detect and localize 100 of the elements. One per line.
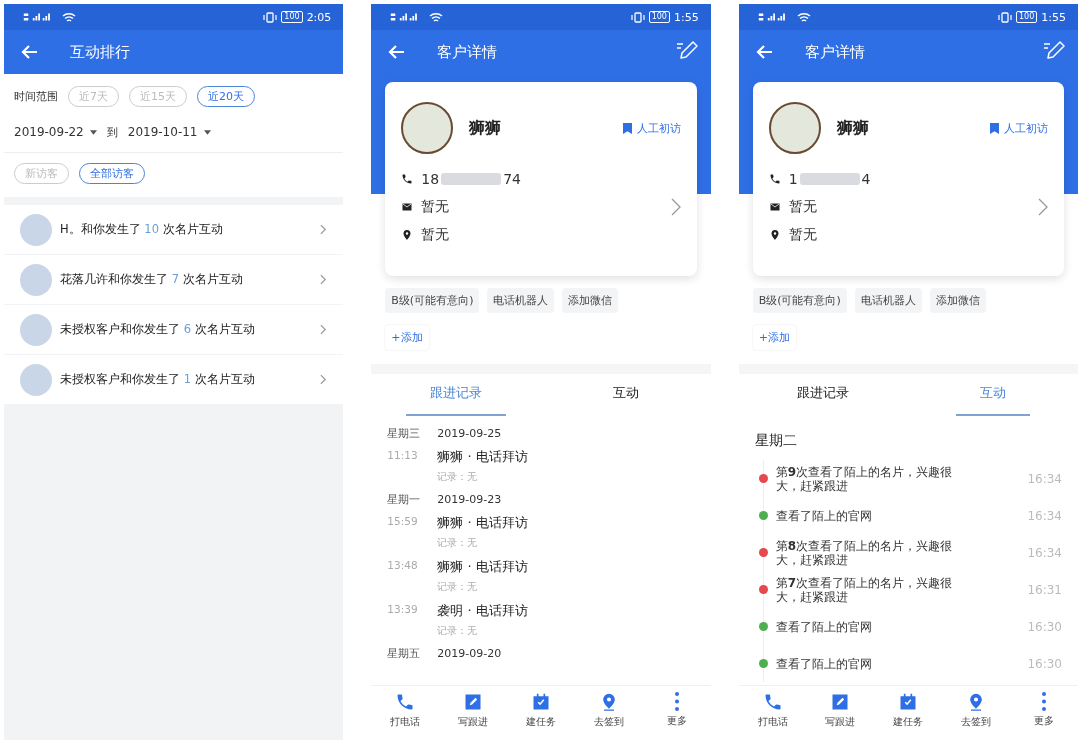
caret-icon	[203, 129, 211, 135]
avatar	[20, 313, 52, 346]
toolbar-button[interactable]: 建任务	[884, 686, 933, 734]
customer-name: 狮狮	[836, 117, 869, 139]
tab[interactable]: 跟进记录	[406, 374, 507, 416]
toolbar-button[interactable]: 打电话	[381, 686, 430, 734]
interaction-summary: 未授权客户和你发生了 6 次名片互动	[60, 322, 256, 337]
battery-indicator: 100	[281, 11, 303, 23]
phone-icon	[401, 173, 414, 185]
interaction-time: 16:34	[1027, 508, 1062, 523]
date-label: 2019-09-23	[437, 492, 502, 506]
redaction-block	[441, 173, 502, 185]
toolbar-button[interactable]: 写跟进	[449, 686, 498, 734]
interaction-text: 查看了陌上的官网	[775, 619, 873, 634]
interaction-text: 第8次查看了陌上的名片，兴趣很大，赶紧跟进	[775, 538, 953, 567]
interaction-summary: H。和你发生了 10 次名片互动	[60, 222, 224, 237]
avatar	[20, 263, 52, 296]
vibrate-icon	[630, 11, 645, 23]
entry-title: 狮狮 · 电话拜访	[437, 558, 528, 576]
clock-text: 2:05	[306, 10, 332, 24]
entry-title: 狮狮 · 电话拜访	[437, 514, 528, 532]
interaction-time: 16:34	[1027, 471, 1062, 486]
range-chip[interactable]: 近20天	[197, 85, 255, 107]
entry-time: 13:39	[387, 602, 419, 617]
customer-tag: B级(可能有意向)	[752, 288, 847, 313]
ranking-row[interactable]: 未授权客户和你发生了 1 次名片互动	[4, 355, 344, 404]
tab[interactable]: 互动	[956, 374, 1031, 416]
entry-title: 袭明 · 电话拜访	[437, 602, 528, 620]
add-tag-button[interactable]: +添加	[752, 325, 796, 350]
ranking-row[interactable]: H。和你发生了 10 次名片互动	[4, 205, 344, 254]
tab[interactable]: 跟进记录	[773, 374, 874, 416]
to-label: 到	[106, 124, 118, 140]
entry-time: 15:59	[387, 514, 419, 529]
customer-name: 狮狮	[469, 117, 502, 139]
wifi-icon	[429, 11, 444, 23]
date-picker[interactable]: 2019-09-22	[14, 125, 97, 139]
avatar	[401, 102, 454, 154]
customer-tag: 电话机器人	[854, 288, 922, 313]
toolbar-button[interactable]: 去签到	[584, 686, 633, 734]
vibrate-icon	[998, 11, 1012, 23]
address-value: 暂无	[421, 226, 450, 244]
wifi-icon	[796, 11, 811, 23]
chevron-right-icon	[320, 274, 328, 285]
phone-digits: 18	[421, 171, 440, 187]
toolbar-button[interactable]: 更多	[1019, 686, 1068, 734]
entry-note: 记录：无	[437, 580, 479, 594]
date-label: 2019-09-20	[437, 646, 502, 660]
date-picker[interactable]: 2019-10-11	[127, 125, 211, 139]
interaction-time: 16:30	[1027, 656, 1062, 671]
customer-card[interactable]: 狮狮 人工初访 1 4 暂无 暂无	[752, 82, 1064, 276]
toolbar-button[interactable]: 打电话	[748, 686, 797, 734]
battery-indicator: 100	[648, 11, 670, 23]
interaction-summary: 未授权客户和你发生了 1 次名片互动	[60, 372, 256, 387]
page-title: 客户详情	[437, 42, 498, 62]
chevron-right-icon	[670, 198, 681, 216]
avatar	[20, 363, 52, 396]
email-value: 暂无	[788, 198, 817, 216]
redaction-block	[799, 173, 860, 185]
visitor-chip[interactable]: 全部访客	[79, 162, 145, 184]
caret-icon	[89, 129, 97, 135]
calendar-check-icon	[898, 691, 919, 712]
avatar	[20, 213, 52, 246]
weekday-label: 星期一	[387, 491, 422, 507]
entry-note: 记录：无	[437, 624, 479, 638]
entry-time: 13:48	[387, 558, 419, 573]
interaction-time: 16:34	[1027, 545, 1062, 560]
toolbar-button[interactable]: 建任务	[517, 686, 565, 734]
bookmark-icon	[990, 122, 999, 134]
interaction-text: 第7次查看了陌上的名片，兴趣很大，赶紧跟进	[775, 575, 953, 604]
chevron-right-icon	[320, 374, 328, 385]
email-value: 暂无	[421, 198, 450, 216]
toolbar-button[interactable]: 去签到	[952, 686, 1001, 734]
more-icon	[1041, 692, 1046, 711]
interaction-time: 16:31	[1027, 582, 1062, 597]
weekday-label: 星期五	[387, 645, 422, 661]
phone-digits: 1	[788, 171, 798, 187]
page-title: 互动排行	[70, 42, 130, 62]
customer-tag: 添加微信	[562, 288, 619, 313]
more-icon	[674, 692, 679, 711]
avatar	[768, 102, 821, 154]
mail-icon	[768, 201, 781, 213]
phone-digits: 74	[503, 171, 521, 187]
toolbar-button[interactable]: 写跟进	[816, 686, 865, 734]
visit-tag: 人工初访	[1004, 120, 1048, 136]
bookmark-icon	[622, 122, 632, 134]
tab[interactable]: 互动	[588, 374, 663, 416]
ranking-row[interactable]: 花落几许和你发生了 7 次名片互动	[4, 255, 344, 304]
phone-digits: 4	[861, 171, 871, 187]
customer-card[interactable]: 狮狮 人工初访 18 74 暂无 暂无	[385, 82, 697, 276]
add-tag-button[interactable]: +添加	[385, 325, 429, 350]
wifi-icon	[62, 11, 76, 23]
interaction-text: 查看了陌上的官网	[775, 656, 873, 671]
toolbar-button[interactable]: 更多	[652, 686, 701, 734]
chevron-right-icon	[1038, 198, 1048, 216]
interaction-text: 第9次查看了陌上的名片，兴趣很大，赶紧跟进	[775, 464, 953, 493]
calendar-check-icon	[531, 691, 551, 712]
customer-tag: 电话机器人	[487, 288, 555, 313]
location-pin-icon	[768, 229, 781, 241]
entry-title: 狮狮 · 电话拜访	[437, 448, 528, 466]
ranking-row[interactable]: 未授权客户和你发生了 6 次名片互动	[4, 305, 344, 354]
